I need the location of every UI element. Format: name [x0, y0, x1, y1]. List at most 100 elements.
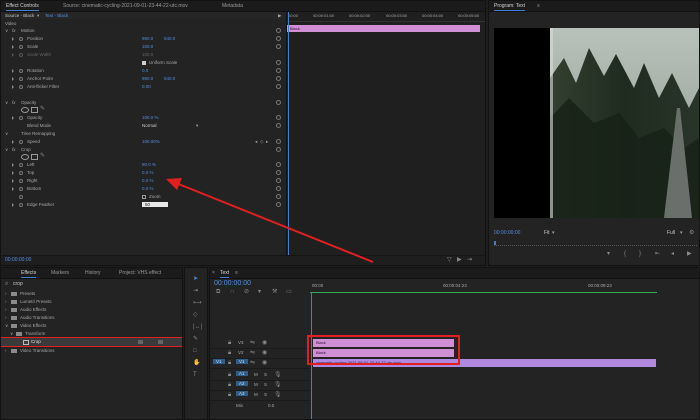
- sync-lock-icon[interactable]: ⇋: [250, 360, 255, 366]
- lock-icon[interactable]: 🔒︎: [228, 350, 231, 356]
- tab-metadata[interactable]: Metadata: [222, 2, 243, 10]
- slip-tool-icon[interactable]: |↔|: [193, 324, 202, 330]
- timeline-ruler[interactable]: 00:00 00:00:04:23 00:00:09:23: [310, 279, 698, 299]
- expand-icon[interactable]: [12, 186, 14, 191]
- solo-button[interactable]: S: [264, 382, 267, 387]
- reset-icon[interactable]: [276, 123, 281, 128]
- stopwatch-icon[interactable]: [19, 76, 23, 81]
- lock-icon[interactable]: 🔒︎: [228, 340, 231, 346]
- stopwatch-icon[interactable]: [19, 84, 23, 89]
- go-to-in-icon[interactable]: ⇤: [655, 251, 660, 257]
- lock-icon[interactable]: 🔒︎: [228, 360, 231, 366]
- mute-button[interactable]: M: [254, 382, 258, 387]
- collapse-icon[interactable]: ∨: [5, 322, 8, 329]
- expand-icon[interactable]: [12, 162, 14, 167]
- reset-icon[interactable]: [276, 76, 281, 81]
- mix-value[interactable]: 0.0: [268, 403, 274, 408]
- add-marker-icon[interactable]: ▾: [258, 289, 261, 295]
- blend-mode-select[interactable]: Normal: [142, 122, 157, 129]
- type-tool-icon[interactable]: T: [193, 372, 197, 378]
- fx-icon[interactable]: fx: [12, 146, 16, 153]
- track-area[interactable]: Black Black cinematic-cycling-2021-09-01…: [307, 335, 698, 418]
- antiflicker-value[interactable]: 0.00: [142, 83, 151, 90]
- tree-item[interactable]: › Lumetri Presets: [1, 298, 182, 305]
- linked-selection-icon[interactable]: ⊘: [244, 289, 249, 295]
- playhead-marker[interactable]: [494, 241, 496, 245]
- chevron-down-icon[interactable]: ▾: [552, 230, 555, 236]
- tab-markers[interactable]: Markers: [51, 269, 69, 277]
- sync-lock-icon[interactable]: ⇋: [250, 340, 255, 346]
- mark-out-icon[interactable]: }: [639, 251, 641, 257]
- tab-project[interactable]: Project: VHS effect: [119, 269, 161, 277]
- uniform-scale-checkbox[interactable]: [142, 60, 146, 65]
- reset-icon[interactable]: [276, 202, 281, 207]
- program-viewer[interactable]: [494, 28, 699, 218]
- mic-icon[interactable]: 🎙︎: [274, 382, 282, 388]
- ellipse-mask-icon[interactable]: [21, 154, 29, 160]
- stopwatch-icon[interactable]: [19, 139, 23, 144]
- resolution-select[interactable]: Full: [667, 230, 675, 236]
- position-y[interactable]: 540.0: [164, 35, 175, 42]
- wrench-icon[interactable]: ⚒: [272, 289, 277, 295]
- reset-icon[interactable]: [276, 100, 281, 105]
- hand-tool-icon[interactable]: ✋: [193, 360, 200, 366]
- track-label[interactable]: V1: [236, 359, 248, 364]
- expand-icon[interactable]: ›: [5, 298, 7, 305]
- rotation-value[interactable]: 0.0: [142, 67, 148, 74]
- captions-icon[interactable]: ▭: [286, 289, 292, 295]
- reset-icon[interactable]: [276, 36, 281, 41]
- lock-icon[interactable]: 🔒︎: [228, 392, 231, 398]
- effect-controls-timeline[interactable]: 00:00 00:00:01:00 00:00:02:00 00:00:03:0…: [286, 12, 485, 257]
- play-icon[interactable]: ▶: [457, 257, 462, 263]
- reset-icon[interactable]: [276, 186, 281, 191]
- eye-icon[interactable]: ◉: [262, 350, 267, 356]
- rectangle-tool-icon[interactable]: □: [193, 348, 197, 354]
- reset-icon[interactable]: [276, 28, 281, 33]
- collapse-icon[interactable]: ∨: [10, 330, 13, 337]
- fit-select[interactable]: Fit: [544, 230, 550, 236]
- position-x[interactable]: 960.0: [142, 35, 153, 42]
- tree-item[interactable]: › Audio Transitions: [1, 314, 182, 321]
- collapse-icon[interactable]: ∨: [5, 130, 8, 137]
- tab-effect-controls[interactable]: Effect Controls: [6, 2, 39, 11]
- mute-button[interactable]: M: [254, 392, 258, 397]
- collapse-icon[interactable]: ∨: [5, 27, 8, 34]
- program-scrubber[interactable]: [494, 241, 697, 246]
- track-label[interactable]: A1: [236, 371, 248, 376]
- scale-value[interactable]: 100.0: [142, 43, 153, 50]
- reset-icon[interactable]: [276, 178, 281, 183]
- effect-time-remapping[interactable]: ∨ Time Remapping: [1, 130, 285, 137]
- stopwatch-icon[interactable]: [19, 115, 23, 120]
- expand-icon[interactable]: ›: [5, 290, 7, 297]
- expand-icon[interactable]: [12, 139, 14, 144]
- stopwatch-icon[interactable]: [19, 68, 23, 73]
- source-patch-v1[interactable]: V1: [213, 359, 225, 364]
- reset-icon[interactable]: [276, 170, 281, 175]
- export-icon[interactable]: ⇥: [467, 257, 472, 263]
- pen-mask-icon[interactable]: ✎: [40, 153, 45, 159]
- track-select-icon[interactable]: ⇥: [193, 288, 198, 294]
- eye-icon[interactable]: ◉: [262, 360, 267, 366]
- mark-in-icon[interactable]: {: [624, 251, 626, 257]
- expand-icon[interactable]: [12, 170, 14, 175]
- anchor-x[interactable]: 960.0: [142, 75, 153, 82]
- mic-icon[interactable]: 🎙︎: [274, 372, 282, 378]
- tab-sequence-text[interactable]: Text: [220, 269, 230, 278]
- clip-selector[interactable]: Text - Black: [45, 12, 68, 19]
- tab-source[interactable]: Source: cinematic-cycling-2021-09-01-23-…: [63, 2, 188, 10]
- effect-opacity[interactable]: ∨ fx Opacity: [1, 99, 285, 106]
- tree-item-crop-selected[interactable]: Crop: [1, 337, 182, 347]
- marker-icon[interactable]: ▾: [607, 251, 610, 257]
- sync-lock-icon[interactable]: ⇋: [250, 350, 255, 356]
- expand-icon[interactable]: ›: [5, 314, 7, 321]
- tab-program[interactable]: Program: Text: [494, 2, 526, 11]
- expand-icon[interactable]: [12, 44, 14, 49]
- expand-icon[interactable]: [12, 178, 14, 183]
- effect-crop[interactable]: ∨ fx Crop: [1, 146, 285, 153]
- stopwatch-icon[interactable]: [19, 170, 23, 175]
- menu-icon[interactable]: ≡: [537, 2, 540, 10]
- eye-icon[interactable]: ◉: [262, 340, 267, 346]
- ec-ruler[interactable]: 00:00 00:00:01:00 00:00:02:00 00:00:03:0…: [287, 12, 485, 22]
- reset-icon[interactable]: [276, 84, 281, 89]
- tab-effects[interactable]: Effects: [21, 269, 37, 278]
